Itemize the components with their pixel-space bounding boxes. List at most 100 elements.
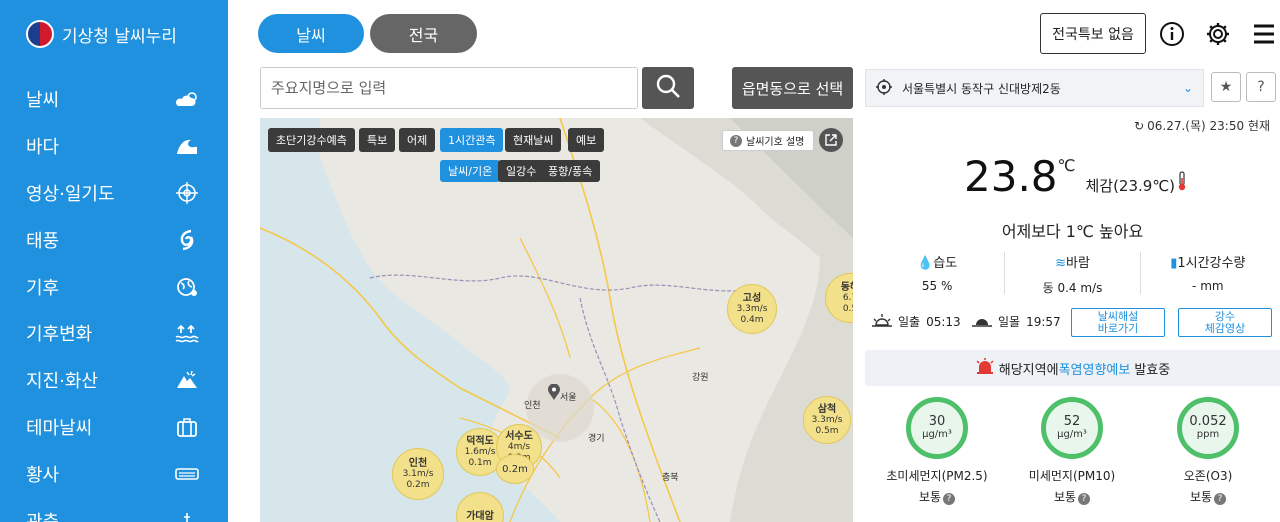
station-incheon[interactable]: 인천 3.1m/s 0.2m [392, 448, 444, 500]
pm25-gauge[interactable]: 30 µg/m³ [906, 397, 968, 459]
sidebar-item-climate[interactable]: 기후 [0, 263, 228, 310]
station-wind: 3.3m/s [811, 414, 843, 425]
ozone-status: 보통? [1148, 488, 1268, 505]
precip-video-button[interactable]: 강수 체감영상 [1178, 308, 1272, 337]
location-marker-icon [548, 383, 560, 404]
typhoon-icon [174, 229, 200, 251]
wind-block: ≋바람 동 0.4 m/s [1005, 252, 1141, 295]
town-select-button[interactable]: 읍면동으로 선택 [732, 67, 853, 109]
brand-name: 기상청 날씨누리 [62, 26, 177, 47]
filter-warning[interactable]: 특보 [359, 128, 396, 152]
sidebar-item-sea[interactable]: 바다 [0, 123, 228, 170]
search-icon [655, 73, 681, 103]
map-label-gyeonggi: 경기 [588, 434, 605, 444]
sidebar-item-earthquake[interactable]: 지진·화산 [0, 357, 228, 404]
location-selector[interactable]: 서울특별시 동작구 신대방제2동 ⌄ [865, 69, 1204, 107]
menu-icon[interactable] [1250, 20, 1278, 48]
station-wind: 4m/s [507, 441, 531, 452]
heatwave-forecast-link[interactable]: 폭염영향예보 [1059, 359, 1131, 378]
update-time: ↻ 06.27.(목) 23:50 현재 [1134, 117, 1270, 134]
pm10-value: 52 [1063, 414, 1081, 429]
help-icon[interactable]: ? [1214, 493, 1227, 505]
sidebar-nav: 날씨 바다 영상·일기도 태풍 기후 기후변화 지진·화산 테마날씨 황사 관측 [0, 76, 228, 522]
station-name: 가대암 [466, 510, 494, 522]
help-icon[interactable]: ? [1078, 493, 1091, 505]
tab-weather[interactable]: 날씨 [258, 14, 364, 53]
water-arrows-icon [174, 322, 200, 344]
button-line: 날씨해설 [1097, 309, 1139, 323]
search-button[interactable] [642, 67, 694, 109]
station-name: 고성 [742, 292, 762, 304]
sidebar-item-yellow-dust[interactable]: 황사 [0, 450, 228, 497]
info-icon[interactable] [1158, 20, 1186, 48]
droplet-icon: 💧 [917, 256, 934, 271]
sidebar-item-observation[interactable]: 관측 [0, 497, 228, 522]
pm10-unit: µg/m³ [1057, 429, 1087, 440]
weather-map[interactable]: 초단기강수예측 특보 어제 1시간관측 현재날씨 예보 날씨/기온 일강수 풍향… [260, 118, 853, 522]
station-extra-rain[interactable]: 0.2m [496, 454, 534, 484]
tab-nationwide[interactable]: 전국 [370, 14, 477, 53]
gear-icon[interactable] [1204, 20, 1232, 48]
sidebar-item-label: 바다 [26, 137, 60, 159]
favorite-star-button[interactable]: ★ [1211, 72, 1241, 102]
help-button[interactable]: ? [1246, 72, 1276, 102]
sidebar-item-label: 기후변화 [26, 324, 93, 346]
pm25-label: 초미세먼지(PM2.5) [886, 469, 988, 483]
sidebar-item-label: 관측 [26, 508, 59, 522]
filter-weather-temp[interactable]: 날씨/기온 [440, 160, 501, 182]
target-icon [174, 181, 200, 204]
humidity-block: 💧습도 55 % [870, 252, 1006, 294]
map-label-incheon: 인천 [524, 401, 541, 411]
ozone-unit: ppm [1196, 429, 1220, 440]
logo[interactable]: 기상청 날씨누리 [26, 20, 177, 48]
sidebar-item-label: 날씨 [26, 90, 60, 112]
sidebar-item-label: 영상·일기도 [26, 183, 115, 205]
weather-commentary-button[interactable]: 날씨해설 바로가기 [1071, 308, 1165, 337]
filter-current-weather[interactable]: 현재날씨 [505, 128, 562, 152]
station-rain: 0.5 [842, 303, 853, 314]
filter-forecast[interactable]: 예보 [568, 128, 605, 152]
filter-nowcast[interactable]: 초단기강수예측 [268, 128, 355, 152]
sidebar-item-weather[interactable]: 날씨 [0, 76, 228, 123]
station-name: 동해 [840, 281, 853, 293]
pm25-status: 보통? [877, 488, 997, 505]
filter-hourly-obs[interactable]: 1시간관측 [440, 128, 504, 152]
station-wind: 3.3m/s [736, 303, 768, 314]
station-name: 인천 [408, 457, 428, 469]
refresh-icon[interactable]: ↻ [1134, 119, 1144, 133]
filter-yesterday[interactable]: 어제 [399, 128, 436, 152]
ozone-gauge[interactable]: 0.052 ppm [1177, 397, 1239, 459]
sidebar-item-climate-change[interactable]: 기후변화 [0, 310, 228, 357]
location-name: 서울특별시 동작구 신대방제2동 [902, 81, 1061, 96]
suitcase-icon [174, 416, 200, 438]
star-icon: ★ [1219, 79, 1233, 95]
crosshair-icon[interactable] [876, 78, 892, 98]
sidebar-item-typhoon[interactable]: 태풍 [0, 216, 228, 263]
button-line: 강수 [1214, 309, 1236, 323]
sidebar-item-satellite[interactable]: 영상·일기도 [0, 170, 228, 217]
external-link-icon[interactable] [819, 128, 843, 152]
nationwide-warning-button[interactable]: 전국특보 없음 [1040, 13, 1146, 54]
sunrise-icon [872, 313, 892, 330]
question-icon: ? [1257, 79, 1265, 95]
status-text: 보통 [1053, 490, 1077, 504]
station-name: 삼척 [817, 403, 837, 415]
weather-symbol-legend-button[interactable]: ? 날씨기호 설명 [722, 130, 814, 151]
search-input[interactable] [260, 67, 638, 109]
alert-prefix: 해당지역에 [998, 362, 1059, 378]
filter-wind[interactable]: 풍향/풍속 [540, 160, 601, 182]
help-icon[interactable]: ? [943, 493, 956, 505]
sidebar-item-label: 지진·화산 [26, 371, 98, 393]
station-samcheok[interactable]: 삼척 3.3m/s 0.5m [803, 396, 851, 444]
map-label-seoul: 서울 [560, 393, 577, 403]
station-name: 덕적도 [466, 435, 494, 447]
station-goseong[interactable]: 고성 3.3m/s 0.4m [727, 284, 777, 334]
filter-daily-rain[interactable]: 일강수 [498, 160, 545, 182]
pm10-gauge[interactable]: 52 µg/m³ [1041, 397, 1103, 459]
siren-icon [975, 358, 995, 378]
tower-icon [174, 510, 200, 522]
sidebar-item-theme-weather[interactable]: 테마날씨 [0, 404, 228, 451]
current-temperature: 23.8 ℃ 체감(23.9℃) [964, 152, 1187, 201]
status-text: 보통 [1189, 490, 1213, 504]
sunset-time: 19:57 [1026, 314, 1061, 329]
